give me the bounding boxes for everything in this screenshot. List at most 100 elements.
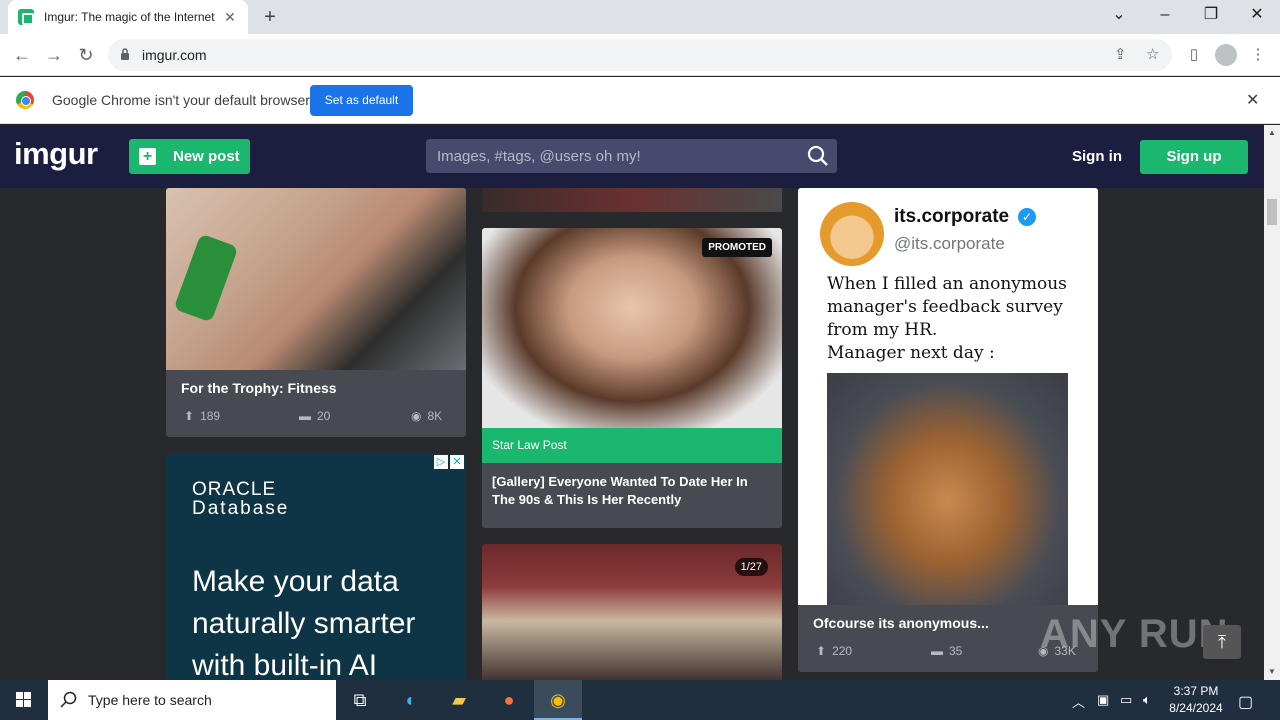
tray-chevron-icon[interactable]: ︿ <box>1072 692 1085 711</box>
firefox-icon[interactable]: ● <box>485 680 533 720</box>
default-browser-infobar: Google Chrome isn't your default browser… <box>0 77 1280 124</box>
taskbar-search-placeholder: Type here to search <box>88 692 212 708</box>
scrollbar-thumb[interactable] <box>1267 199 1277 225</box>
profile-icon[interactable] <box>1214 43 1238 67</box>
notifications-icon[interactable]: ▢ <box>1238 692 1253 712</box>
upvote-stat[interactable]: ⬆ 189 <box>184 409 220 423</box>
promoted-image <box>482 228 782 428</box>
tweet-line: Manager next day : <box>827 343 995 363</box>
close-window-button[interactable]: ✕ <box>1234 0 1280 34</box>
comment-count: 35 <box>949 644 963 658</box>
clock-time: 3:37 PM <box>1173 684 1219 698</box>
oracle-ad[interactable]: ▷ ✕ ORACLE Database Make your data natur… <box>166 453 466 680</box>
close-tab-icon[interactable]: ✕ <box>222 9 238 26</box>
imgur-page: imgur + New post Images, #tags, @users o… <box>0 125 1264 680</box>
browser-tab[interactable]: Imgur: The magic of the Internet ✕ <box>8 0 248 34</box>
share-icon[interactable]: ⇪ <box>1114 45 1127 63</box>
scroll-up-arrow-icon[interactable]: ▲ <box>1268 128 1276 137</box>
promoted-title: [Gallery] Everyone Wanted To Date Her In… <box>492 474 748 507</box>
ad-close-icon[interactable]: ✕ <box>450 455 464 469</box>
back-button[interactable]: ← <box>9 42 35 68</box>
new-post-button[interactable]: + New post <box>129 139 250 174</box>
sponsor-label: Star Law Post <box>482 428 782 463</box>
imgur-header: imgur + New post Images, #tags, @users o… <box>0 125 1264 188</box>
promoted-post-card[interactable]: PROMOTED Star Law Post [Gallery] Everyon… <box>482 228 782 528</box>
post-image-partial[interactable] <box>482 188 782 212</box>
side-panel-icon[interactable]: ▯ <box>1182 43 1206 67</box>
windows-start-icon[interactable] <box>0 680 48 720</box>
post-stats: ⬆ 189 ▬ 20 ◉ 8K <box>181 409 446 425</box>
search-icon[interactable] <box>807 145 829 167</box>
eye-icon: ◉ <box>411 409 422 423</box>
tweet-line: from my HR. <box>827 320 938 340</box>
views-stat: ◉ 8K <box>411 409 442 423</box>
upvote-stat[interactable]: ⬆ 220 <box>816 644 852 658</box>
imgur-favicon-icon <box>18 9 34 25</box>
minimize-button[interactable]: – <box>1142 0 1188 34</box>
comment-icon: ▬ <box>931 644 943 658</box>
post-card-tweet[interactable]: its.corporate ✓ @its.corporate When I fi… <box>798 188 1098 672</box>
views-count: 8K <box>427 409 443 423</box>
upvote-arrow-icon: ⬆ <box>816 644 827 658</box>
bookmark-star-icon[interactable]: ☆ <box>1146 45 1159 63</box>
restore-button[interactable]: ❐ <box>1188 0 1234 34</box>
upvote-count: 189 <box>200 409 221 423</box>
comment-stat: ▬ 35 <box>931 644 962 658</box>
post-caption: For the Trophy: Fitness <box>181 380 337 396</box>
network-icon[interactable]: ▭ <box>1120 692 1132 708</box>
address-bar[interactable]: imgur.com ⇪ ☆ <box>108 39 1172 71</box>
reload-button[interactable]: ↻ <box>73 42 99 68</box>
tab-strip: Imgur: The magic of the Internet ✕ + ⌄ –… <box>0 0 1280 34</box>
comment-count: 20 <box>317 409 331 423</box>
upvote-arrow-icon: ⬆ <box>184 409 195 423</box>
owl-photo <box>827 373 1068 605</box>
sign-up-button[interactable]: Sign up <box>1140 140 1248 174</box>
clock-date: 8/24/2024 <box>1169 701 1223 715</box>
image-counter: 1/27 <box>734 558 768 576</box>
adchoices-icon[interactable]: ▷ <box>434 455 448 469</box>
post-card-fitness[interactable]: For the Trophy: Fitness ⬆ 189 ▬ 20 ◉ 8K <box>166 188 466 437</box>
volume-icon[interactable]: 🔈︎ <box>1143 692 1151 708</box>
new-tab-button[interactable]: + <box>258 5 282 29</box>
adchoices[interactable]: ▷ ✕ <box>434 455 464 469</box>
tweet-image: its.corporate ✓ @its.corporate When I fi… <box>798 188 1098 605</box>
taskbar-clock[interactable]: 3:37 PM 8/24/2024 <box>1166 683 1226 717</box>
tab-title: Imgur: The magic of the Internet <box>44 10 215 24</box>
lock-icon <box>121 48 129 60</box>
post-caption: Ofcourse its anonymous... <box>813 615 989 631</box>
page-scrollbar[interactable]: ▲ ▼ <box>1264 125 1280 680</box>
sign-in-link[interactable]: Sign in <box>1072 148 1122 165</box>
tab-search-icon[interactable]: ⌄ <box>1096 0 1142 34</box>
ad-headline: Make your data naturally smarter with bu… <box>192 565 416 680</box>
imgur-logo[interactable]: imgur <box>14 136 98 172</box>
menu-kebab-icon[interactable]: ⋮ <box>1246 43 1270 67</box>
back-to-top-button[interactable]: ⤒ <box>1203 625 1241 659</box>
set-as-default-button[interactable]: Set as default <box>310 85 413 116</box>
search-input[interactable]: Images, #tags, @users oh my! <box>426 139 837 173</box>
forward-button[interactable]: → <box>41 42 67 68</box>
verified-icon: ✓ <box>1018 208 1036 226</box>
tweet-line: manager's feedback survey <box>827 297 1063 317</box>
chrome-logo-icon <box>16 91 34 109</box>
gallery-post-card[interactable]: 1/27 <box>482 544 782 680</box>
infobar-message: Google Chrome isn't your default browser <box>52 92 310 108</box>
search-icon <box>60 691 77 708</box>
task-view-icon[interactable]: ⧉ <box>336 680 384 720</box>
post-image <box>166 188 466 370</box>
post-stats: ⬆ 220 ▬ 35 ◉ 33K <box>813 644 1078 660</box>
comment-stat: ▬ 20 <box>299 409 330 423</box>
search-placeholder: Images, #tags, @users oh my! <box>437 148 641 165</box>
anyrun-watermark: ANY RUN <box>1040 612 1229 656</box>
browser-toolbar: ← → ↻ imgur.com ⇪ ☆ ▯ ⋮ <box>0 34 1280 76</box>
chrome-taskbar-icon[interactable]: ◉ <box>534 680 582 720</box>
file-explorer-icon[interactable]: ▰ <box>435 680 483 720</box>
windows-taskbar: Type here to search ⧉ ◐ ▰ ● ◉ ︿ ▣ ▭ 🔈︎ 3… <box>0 680 1280 720</box>
edge-icon[interactable]: ◐ <box>387 680 435 720</box>
taskbar-search-input[interactable]: Type here to search <box>48 680 336 720</box>
tweet-line: When I filled an anonymous <box>827 274 1067 294</box>
tweet-avatar <box>820 202 884 266</box>
scroll-down-arrow-icon[interactable]: ▼ <box>1268 667 1276 676</box>
url-text: imgur.com <box>142 47 207 63</box>
tray-app-icon[interactable]: ▣ <box>1097 692 1109 708</box>
infobar-close-icon[interactable]: ✕ <box>1246 90 1259 110</box>
